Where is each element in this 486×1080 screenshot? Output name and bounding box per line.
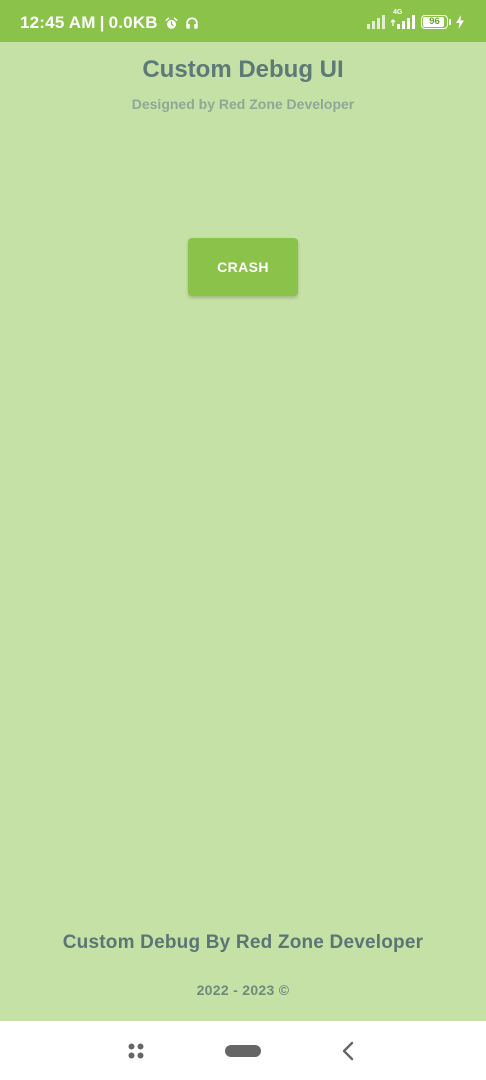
- headphones-icon: [185, 16, 199, 30]
- battery-cap: [449, 18, 451, 25]
- status-left: 12:45 AM | 0.0KB: [20, 13, 199, 33]
- status-bar: 12:45 AM | 0.0KB 4G 96: [0, 0, 486, 42]
- signal-4g-icon: 4G: [391, 9, 416, 29]
- network-type-label: 4G: [393, 9, 403, 16]
- home-button[interactable]: [218, 1021, 268, 1080]
- signal-icon: [367, 14, 386, 29]
- status-data-usage: 0.0KB: [108, 13, 158, 32]
- page-subtitle: Designed by Red Zone Developer: [131, 96, 355, 112]
- footer-title: Custom Debug By Red Zone Developer: [62, 932, 424, 953]
- alarm-icon: [165, 16, 178, 30]
- battery-icon: 96: [421, 14, 451, 29]
- recent-apps-icon: [127, 1042, 145, 1060]
- recent-apps-button[interactable]: [116, 1021, 156, 1080]
- charging-icon: [456, 14, 464, 29]
- status-separator: |: [99, 13, 105, 32]
- home-icon: [225, 1044, 261, 1058]
- back-button[interactable]: [328, 1021, 368, 1080]
- status-right: 4G 96: [367, 9, 464, 29]
- crash-button[interactable]: CRASH: [188, 238, 298, 296]
- battery-body: 96: [421, 14, 448, 29]
- navigation-bar: [0, 1021, 486, 1080]
- battery-level: 96: [429, 15, 440, 27]
- back-icon: [341, 1041, 355, 1061]
- status-time: 12:45 AM: [20, 13, 96, 32]
- footer-copyright: 2022 - 2023 ©: [196, 982, 290, 998]
- page-title: Custom Debug UI: [142, 56, 344, 83]
